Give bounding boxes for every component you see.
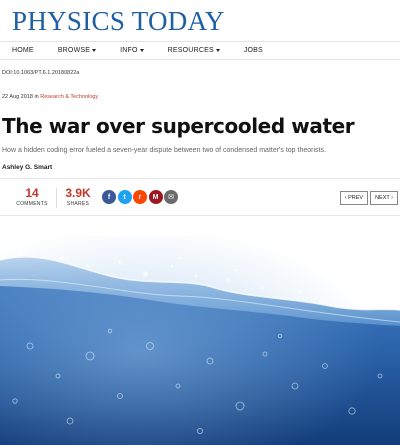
in-label: in [34,94,39,100]
category-link[interactable]: Research & Technology [40,94,98,100]
publish-date: 22 Aug 2018 [2,94,33,100]
stat-divider [56,188,57,208]
share-buttons: f t r M ✉ [102,190,180,204]
nav-item-label: HOME [12,47,34,54]
nav-item-label: INFO [120,47,138,54]
comments-stat[interactable]: 14 COMMENTS [14,187,50,207]
reddit-icon[interactable]: r [133,190,147,204]
shares-stat: 3.9K SHARES [61,187,95,207]
nav-item-resources[interactable]: RESOURCES [168,47,220,54]
email-icon[interactable]: ✉ [164,190,178,204]
mendeley-icon[interactable]: M [148,190,163,204]
prev-button[interactable]: ‹ PREV [339,191,369,205]
author-byline[interactable]: Ashley G. Smart [2,164,52,171]
caret-down-icon [215,49,220,52]
doi-line: DOI:10.1063/PT.6.1.20180822a [2,70,79,76]
twitter-icon[interactable]: t [117,190,132,204]
comments-count: 14 [25,186,39,200]
comments-label: COMMENTS [16,201,48,207]
masthead: PHYSICS TODAY [0,0,400,42]
shares-label: SHARES [66,201,90,207]
article-meta: 22 Aug 2018 in Research & Technology [2,94,98,100]
article-title: The war over supercooled water [2,114,355,138]
facebook-icon[interactable]: f [102,190,116,204]
caret-down-icon [92,49,97,52]
social-bar: 14 COMMENTS 3.9K SHARES f t r M ✉ ‹ PREV… [0,178,400,216]
hero-image [0,236,400,445]
nav-item-label: BROWSE [57,47,91,54]
nav-item-label: RESOURCES [167,47,214,54]
doi-link[interactable]: DOI:10.1063/PT.6.1.20180822a [2,70,79,76]
main-nav: HOME BROWSE INFO RESOURCES JOBS [0,41,400,60]
site-logo[interactable]: PHYSICS TODAY [12,6,225,37]
article-dek: How a hidden coding error fueled a seven… [2,147,326,154]
nav-item-info[interactable]: INFO [120,47,144,54]
water-wave-photo [0,236,400,445]
nav-item-jobs[interactable]: JOBS [244,47,263,54]
nav-item-browse[interactable]: BROWSE [57,47,97,54]
nav-item-label: JOBS [243,47,263,54]
article-pager: ‹ PREV NEXT › [338,191,398,205]
nav-item-home[interactable]: HOME [12,47,34,54]
next-button[interactable]: NEXT › [370,191,398,205]
shares-count: 3.9K [65,186,91,200]
caret-down-icon [139,49,144,52]
